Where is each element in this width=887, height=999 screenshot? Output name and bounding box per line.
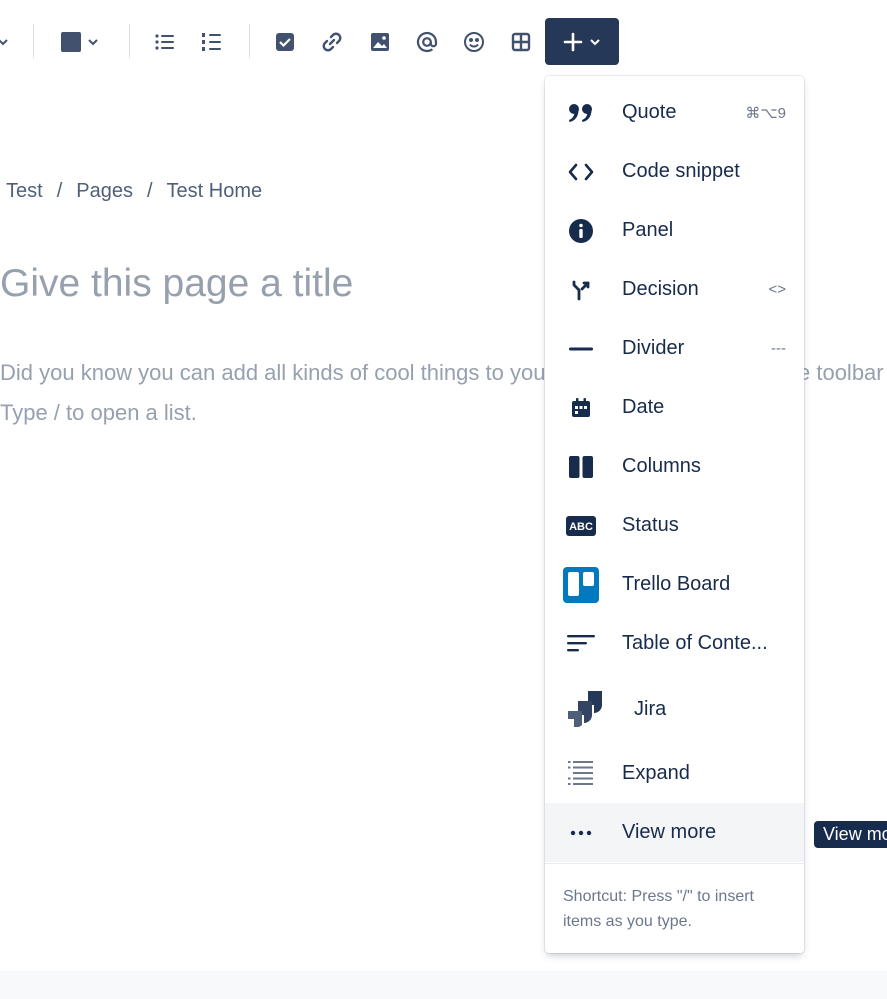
page-bottom-strip [0, 971, 887, 999]
menu-item-shortcut: --- [771, 340, 786, 357]
toolbar-divider [249, 24, 250, 58]
menu-item-columns[interactable]: Columns [545, 437, 804, 496]
info-icon [563, 213, 599, 249]
menu-item-expand[interactable]: Expand [545, 744, 804, 803]
menu-item-label: Jira [634, 697, 667, 720]
menu-item-date[interactable]: Date [545, 378, 804, 437]
body-placeholder-line[interactable]: Type / to open a list. [0, 400, 197, 426]
menu-item-label: Code snippet [622, 160, 740, 182]
toolbar-divider [129, 24, 130, 58]
breadcrumb-item-page[interactable]: Test Home [167, 180, 263, 202]
code-icon [563, 154, 599, 190]
menu-item-panel[interactable]: Panel [545, 201, 804, 260]
menu-item-quote[interactable]: Quote ⌘⌥9 [545, 83, 804, 142]
chevron-down-icon [590, 38, 600, 45]
chevron-down-icon [88, 39, 98, 46]
menu-item-label: Decision [622, 278, 699, 300]
menu-item-label: Status [622, 514, 679, 536]
link-icon[interactable] [318, 28, 346, 56]
breadcrumb-separator: / [146, 180, 153, 202]
table-icon[interactable] [507, 28, 535, 56]
page-title-input[interactable]: Give this page a title [0, 262, 353, 306]
menu-item-label: Quote [622, 101, 677, 123]
mention-icon[interactable] [413, 28, 441, 56]
menu-item-status[interactable]: ABC Status [545, 496, 804, 555]
plus-icon [563, 32, 583, 51]
quote-icon [563, 95, 599, 131]
expand-icon [563, 756, 599, 792]
toolbar-divider [33, 24, 34, 58]
menu-item-jira[interactable]: Jira [545, 675, 804, 743]
menu-item-shortcut: ⌘⌥9 [745, 104, 786, 122]
insert-menu: Quote ⌘⌥9 Code snippet Panel Decision <>… [545, 76, 804, 953]
chevron-down-icon[interactable] [0, 32, 10, 52]
more-icon [563, 815, 599, 851]
menu-item-label: Date [622, 396, 665, 418]
table-of-contents-icon [563, 626, 599, 662]
editor-toolbar [0, 0, 887, 84]
divider-icon [563, 331, 599, 367]
text-color-icon [61, 32, 81, 52]
menu-item-shortcut: <> [768, 281, 786, 298]
menu-footer-hint: Shortcut: Press "/" to insert items as y… [563, 888, 754, 930]
status-icon-text: ABC [569, 521, 593, 533]
calendar-icon [563, 390, 599, 426]
breadcrumb: Test / Pages / Test Home [6, 180, 262, 203]
menu-item-divider[interactable]: Divider --- [545, 319, 804, 378]
menu-item-label: Panel [622, 219, 674, 241]
menu-item-view-more[interactable]: View more [545, 803, 804, 862]
trello-icon [563, 566, 599, 603]
image-icon[interactable] [366, 28, 394, 56]
breadcrumb-item-space[interactable]: Test [6, 180, 43, 202]
menu-item-table-of-contents[interactable]: Table of Conte... [545, 614, 804, 673]
menu-item-label: Table of Conte... [622, 632, 768, 654]
insert-button[interactable] [545, 18, 619, 65]
menu-item-label: Divider [622, 337, 685, 359]
decision-icon [563, 272, 599, 308]
breadcrumb-item-pages[interactable]: Pages [76, 180, 133, 202]
menu-item-label: Columns [622, 455, 701, 477]
menu-item-label: Expand [622, 762, 690, 784]
bullet-list-icon[interactable] [151, 28, 179, 56]
menu-item-code-snippet[interactable]: Code snippet [545, 142, 804, 201]
numbered-list-icon[interactable] [198, 28, 226, 56]
menu-item-trello-board[interactable]: Trello Board [545, 555, 804, 614]
emoji-icon[interactable] [460, 28, 488, 56]
status-icon: ABC [563, 508, 599, 544]
text-color-button[interactable] [56, 28, 104, 56]
view-more-tooltip: View more [814, 821, 887, 848]
menu-item-label: Trello Board [622, 573, 731, 595]
menu-footer-divider [545, 863, 804, 864]
task-checkbox-icon[interactable] [271, 28, 299, 56]
jira-icon [565, 689, 605, 729]
breadcrumb-separator: / [56, 180, 63, 202]
menu-item-decision[interactable]: Decision <> [545, 260, 804, 319]
menu-item-label: View more [622, 821, 717, 843]
columns-icon [563, 449, 599, 485]
